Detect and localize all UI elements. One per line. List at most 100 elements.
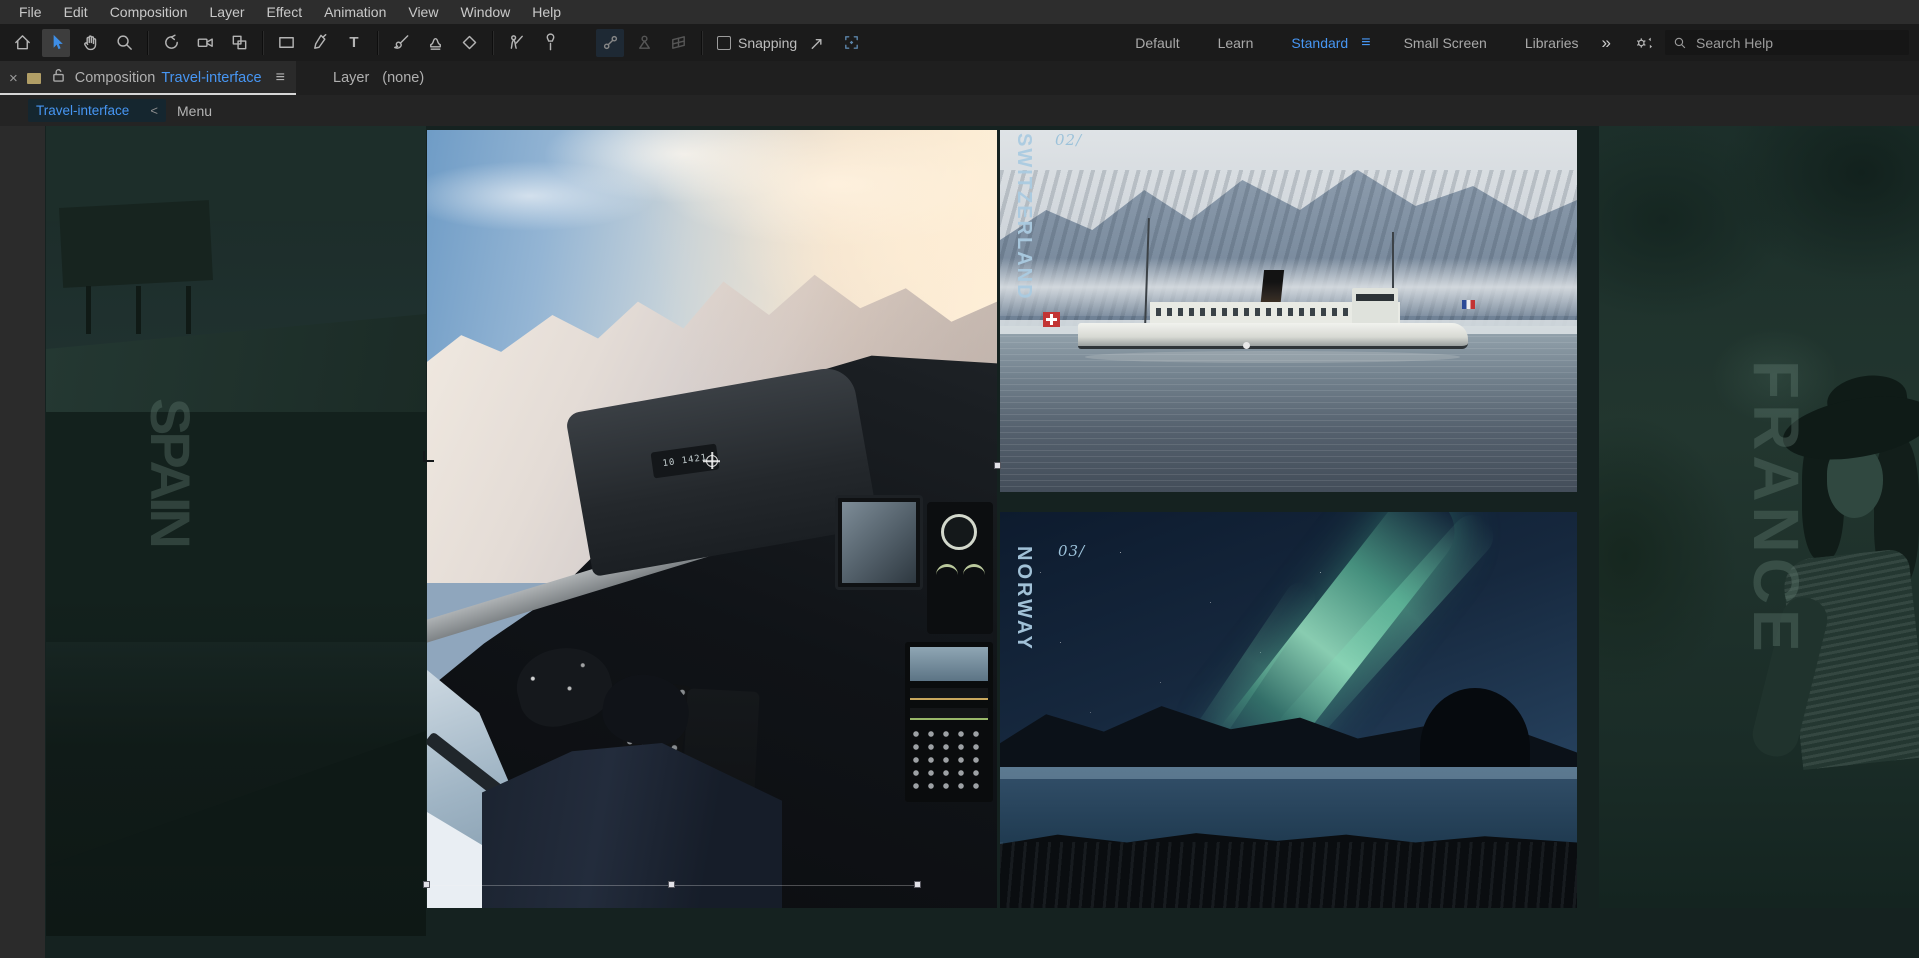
- brush-tool-icon[interactable]: [387, 29, 415, 57]
- workspace-switcher: Default Learn Standard ≡ Small Screen Li…: [1116, 33, 1623, 53]
- menu-help[interactable]: Help: [521, 4, 572, 20]
- unlock-icon[interactable]: [52, 68, 75, 88]
- composition-color-chip[interactable]: [27, 73, 41, 84]
- selection-corner-bracket: [423, 451, 434, 462]
- menu-layer[interactable]: Layer: [199, 4, 256, 20]
- boat-reflection: [1085, 351, 1460, 363]
- composition-viewer-tab[interactable]: × Composition Travel-interface ≡: [0, 61, 296, 95]
- after-effects-window: File Edit Composition Layer Effect Anima…: [0, 0, 1919, 958]
- breadcrumb-parent[interactable]: Menu: [177, 95, 212, 126]
- selection-tool-icon[interactable]: [42, 29, 70, 57]
- toolbar-divider: [701, 31, 702, 55]
- composition-tab-name: Travel-interface: [161, 70, 261, 86]
- spain-post-shape: [86, 286, 91, 334]
- france-section[interactable]: FRANCE: [1599, 126, 1919, 908]
- switzerland-index[interactable]: 02/: [1055, 131, 1082, 149]
- pen-tool-icon[interactable]: [306, 29, 334, 57]
- close-icon[interactable]: ×: [9, 70, 18, 87]
- composition-viewport[interactable]: SPAIN 10 1421: [0, 126, 1919, 958]
- menu-edit[interactable]: Edit: [53, 4, 99, 20]
- rock-texture: [1000, 842, 1577, 908]
- eraser-tool-icon[interactable]: [455, 29, 483, 57]
- hand-tool-icon[interactable]: [76, 29, 104, 57]
- spain-pavilion-shape: [59, 200, 213, 288]
- switzerland-label[interactable]: SWITZERLAND: [1012, 133, 1035, 301]
- spain-section[interactable]: SPAIN: [46, 126, 426, 936]
- menu-composition[interactable]: Composition: [99, 4, 199, 20]
- roto-brush-icon[interactable]: [502, 29, 530, 57]
- orbit-camera-icon[interactable]: [157, 29, 185, 57]
- workspace-standard[interactable]: Standard: [1291, 35, 1348, 51]
- toolbar-divider: [147, 31, 148, 55]
- toolbar-divider: [377, 31, 378, 55]
- anchor-point[interactable]: [706, 455, 718, 467]
- workspace-libraries[interactable]: Libraries: [1525, 35, 1579, 51]
- pan-behind-icon[interactable]: [225, 29, 253, 57]
- workspace-menu-icon[interactable]: ≡: [1361, 34, 1370, 52]
- rectangle-tool-icon[interactable]: [272, 29, 300, 57]
- panel-menu-icon[interactable]: ≡: [276, 69, 285, 87]
- menu-window[interactable]: Window: [449, 4, 521, 20]
- tool-bar: T Snapping: [0, 24, 1919, 61]
- gps-screen-content: [842, 502, 916, 583]
- selection-handle-bottom-center[interactable]: [668, 881, 675, 888]
- selection-handle-right-middle[interactable]: [994, 462, 1001, 469]
- menu-effect[interactable]: Effect: [256, 4, 314, 20]
- headland-rock-shape: [1420, 688, 1530, 774]
- snapping-control: Snapping: [717, 35, 797, 51]
- menu-view[interactable]: View: [397, 4, 449, 20]
- snap-options-arrow-icon[interactable]: [803, 29, 831, 57]
- menu-animation[interactable]: Animation: [313, 4, 397, 20]
- menu-bar: File Edit Composition Layer Effect Anima…: [0, 0, 1919, 24]
- spain-post-shape: [186, 286, 191, 334]
- gauge-dial: [936, 564, 958, 577]
- workspace-small-screen[interactable]: Small Screen: [1404, 35, 1487, 51]
- workspace-overflow-icon[interactable]: »: [1602, 33, 1609, 53]
- gauge-dial: [941, 514, 977, 550]
- viewer-tab-row: × Composition Travel-interface ≡ Layer (…: [0, 61, 1919, 95]
- workspace-learn[interactable]: Learn: [1218, 35, 1254, 51]
- search-help-box[interactable]: [1665, 30, 1909, 55]
- puppet-mesh-icon[interactable]: [664, 29, 692, 57]
- radio-row: [910, 708, 988, 720]
- search-help-input[interactable]: [1696, 35, 1886, 51]
- puppet-advanced-pin-icon[interactable]: [630, 29, 658, 57]
- snapping-label: Snapping: [738, 35, 797, 51]
- helicopter-image-layer[interactable]: 10 1421: [427, 130, 997, 908]
- norway-label[interactable]: NORWAY: [1012, 546, 1035, 652]
- swiss-flag-shape: [1043, 312, 1060, 327]
- type-tool-icon[interactable]: T: [340, 29, 368, 57]
- selection-handle-bottom-right[interactable]: [914, 881, 921, 888]
- sync-settings-icon[interactable]: [1633, 34, 1655, 52]
- composition-tab-kind: Composition: [75, 70, 156, 86]
- home-icon[interactable]: [8, 29, 36, 57]
- layer-tab-value: (none): [382, 70, 424, 86]
- chevron-left-icon: <: [150, 103, 158, 118]
- radio-stack-shape: [905, 642, 993, 802]
- panel-gutter: [0, 126, 45, 958]
- france-label[interactable]: FRANCE: [1739, 360, 1813, 657]
- zoom-tool-icon[interactable]: [110, 29, 138, 57]
- switzerland-section[interactable]: SWITZERLAND 02/: [1000, 130, 1577, 492]
- selection-handle-bottom-left[interactable]: [423, 881, 430, 888]
- radio-buttons: [910, 728, 988, 794]
- buoy-shape: [1243, 342, 1250, 349]
- region-of-interest-icon[interactable]: [837, 29, 865, 57]
- gps-screen-shape: [835, 495, 923, 590]
- layer-viewer-tab[interactable]: Layer (none): [333, 61, 424, 95]
- snapping-checkbox[interactable]: [717, 36, 731, 50]
- norway-index[interactable]: 03/: [1058, 542, 1085, 560]
- breadcrumb-current-tile[interactable]: Travel-interface <: [28, 99, 166, 122]
- norway-section[interactable]: NORWAY 03/: [1000, 512, 1577, 908]
- gauge-cluster-shape: [927, 502, 993, 634]
- menu-file[interactable]: File: [8, 4, 53, 20]
- search-icon: [1673, 36, 1687, 50]
- camera-tool-icon[interactable]: [191, 29, 219, 57]
- clone-stamp-icon[interactable]: [421, 29, 449, 57]
- toolbar-divider: [262, 31, 263, 55]
- puppet-pin-icon[interactable]: [536, 29, 564, 57]
- spain-label[interactable]: SPAIN: [138, 398, 203, 545]
- workspace-default[interactable]: Default: [1135, 35, 1179, 51]
- spain-post-shape: [136, 286, 141, 334]
- puppet-bone-icon[interactable]: [596, 29, 624, 57]
